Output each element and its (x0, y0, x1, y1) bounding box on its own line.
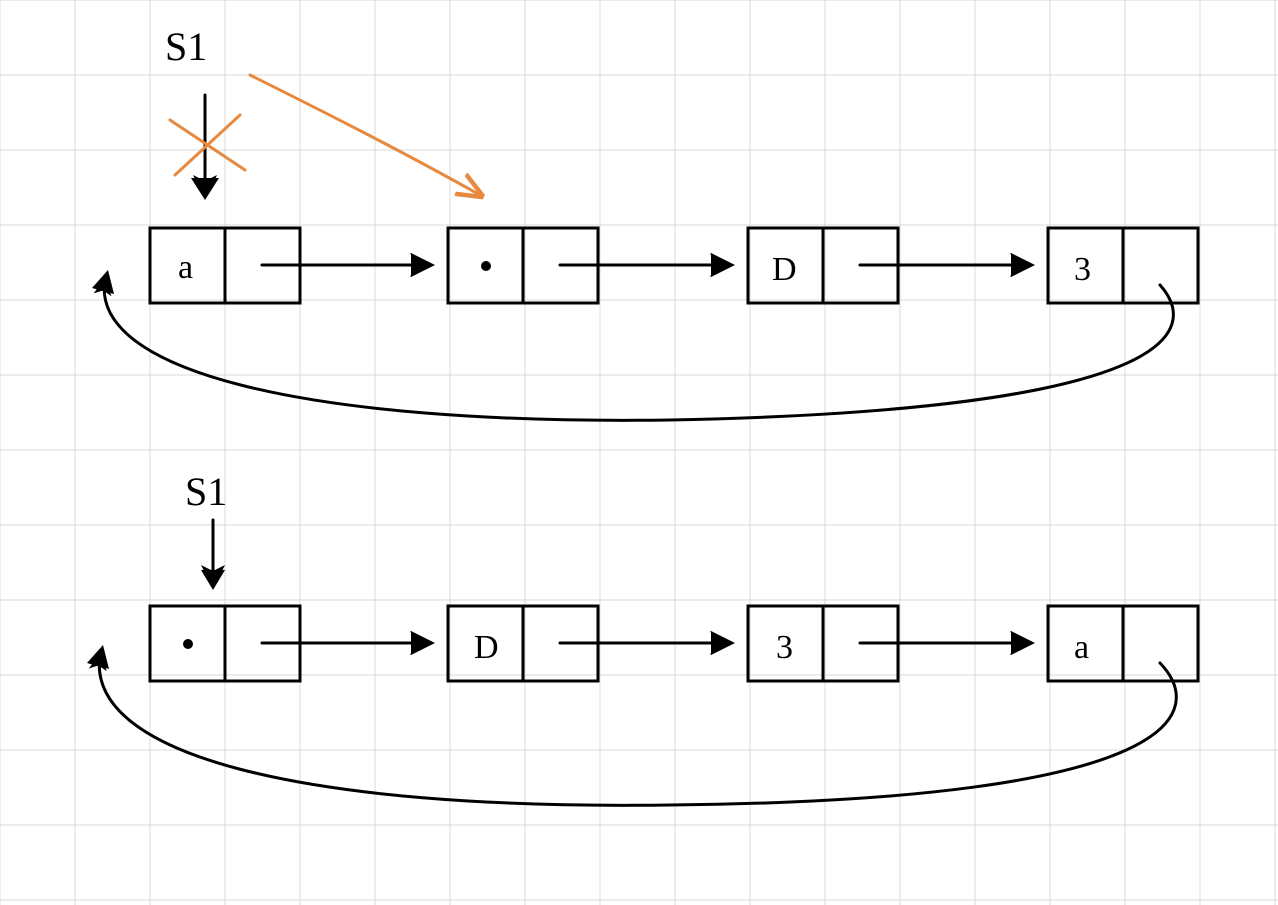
cell-value: a (1074, 629, 1089, 666)
cell-value: D (772, 251, 797, 288)
cons-cell-top-3: 3 (1048, 228, 1198, 303)
pointer-label-top: S1 (165, 24, 207, 69)
loop-arrow-top (104, 280, 1173, 420)
cross-out-icon (170, 115, 245, 175)
redirect-arrow (250, 75, 480, 195)
top-list: S1 a · (92, 24, 1198, 420)
cell-value: a (178, 249, 193, 286)
cell-value: D (474, 629, 499, 666)
pointer-arrowhead-top (191, 178, 219, 200)
cell-value: 3 (1074, 251, 1091, 288)
pointer-label-bottom: S1 (185, 469, 227, 514)
cell-value: 3 (776, 629, 793, 666)
bottom-list: S1 · D 3 (87, 469, 1198, 805)
loop-arrow-bottom (99, 655, 1176, 805)
diagram-canvas: S1 a · (0, 0, 1278, 905)
cons-cell-bottom-3: a (1048, 606, 1198, 681)
